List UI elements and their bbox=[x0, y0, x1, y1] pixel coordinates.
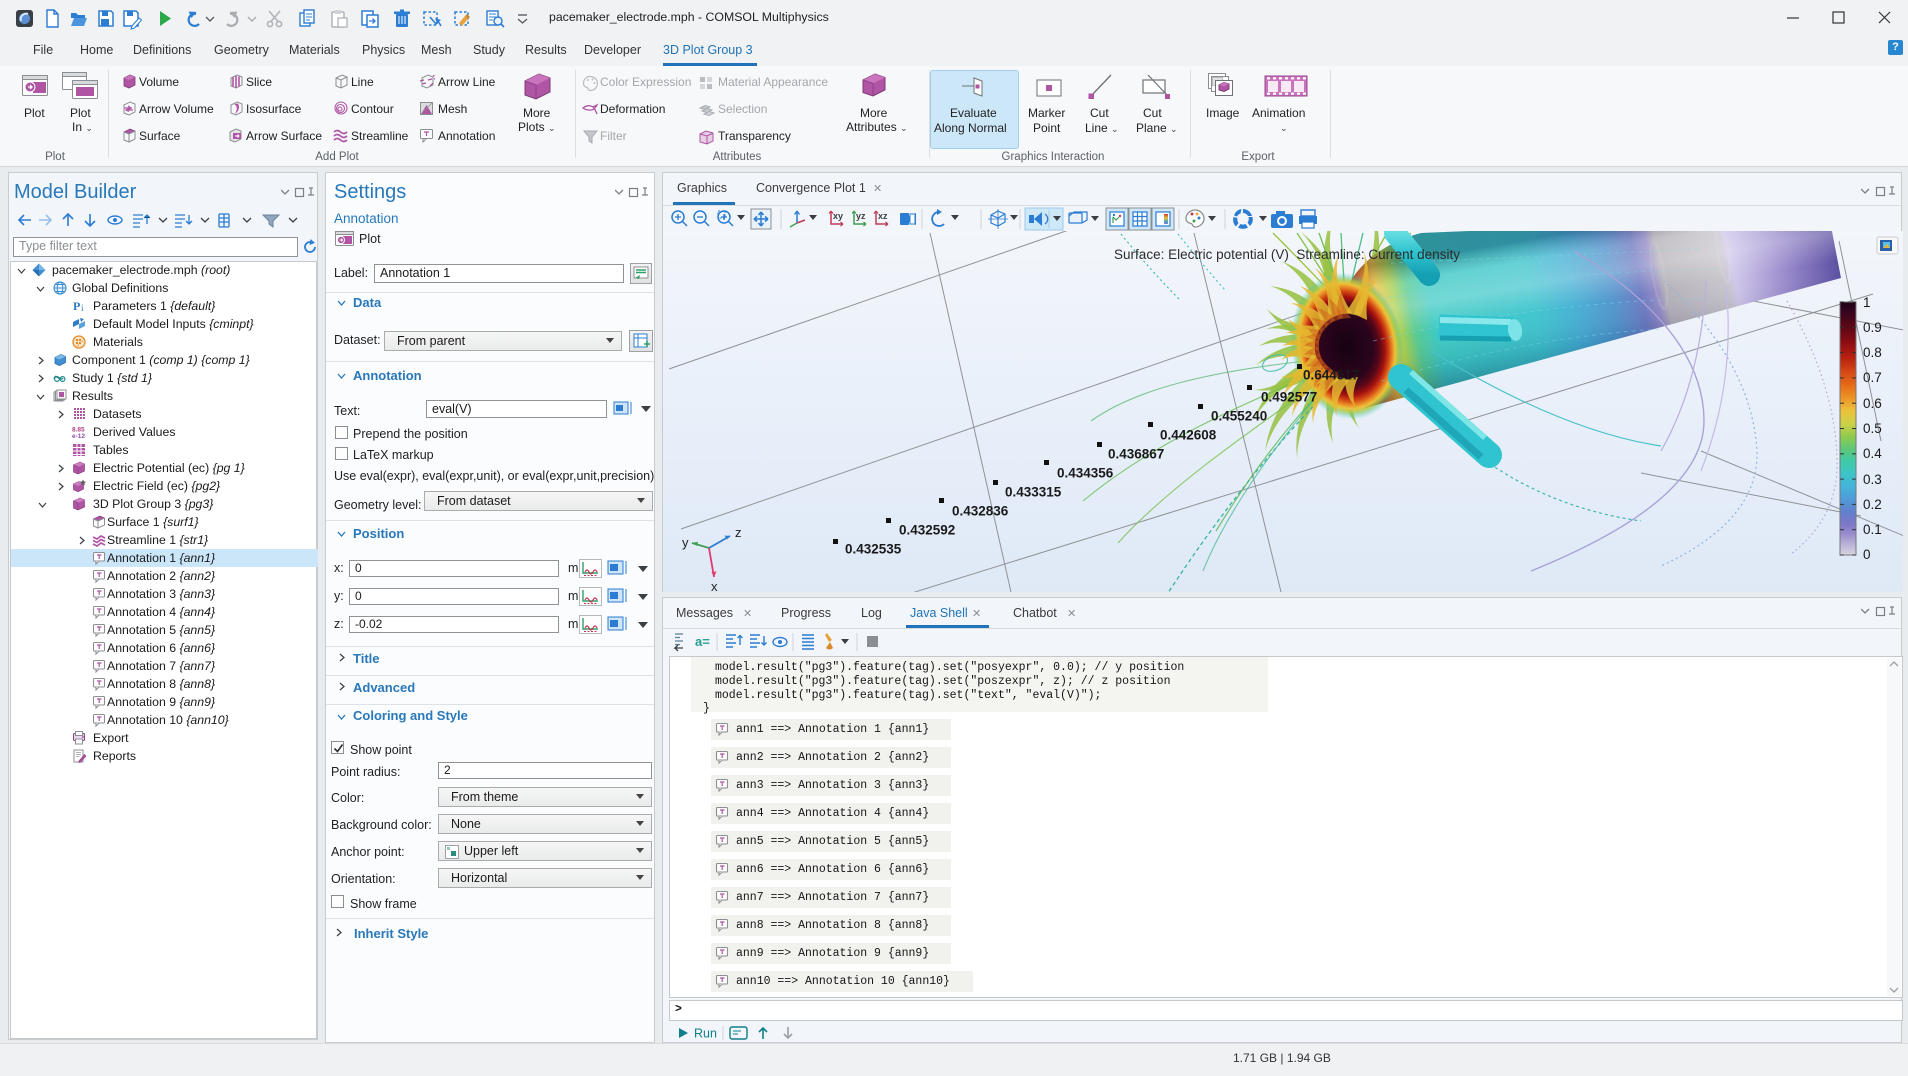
svg-text:i: i bbox=[81, 303, 84, 313]
svg-text:0.455240: 0.455240 bbox=[1211, 409, 1267, 424]
svg-text:0.442608: 0.442608 bbox=[1160, 428, 1217, 443]
svg-text:Surface: Electric potential (V: Surface: Electric potential (V) Streamli… bbox=[1114, 247, 1460, 262]
svg-text:0.5: 0.5 bbox=[1863, 421, 1882, 436]
svg-text:e-12: e-12 bbox=[72, 433, 85, 439]
svg-text:P: P bbox=[73, 299, 80, 313]
svg-text:0.2: 0.2 bbox=[1863, 497, 1882, 512]
svg-text:0.9: 0.9 bbox=[1863, 320, 1882, 335]
svg-text:0.644517: 0.644517 bbox=[1303, 368, 1359, 383]
svg-text:0.1: 0.1 bbox=[1863, 522, 1882, 537]
svg-text:0.7: 0.7 bbox=[1863, 370, 1882, 385]
svg-text:0.432535: 0.432535 bbox=[845, 542, 902, 557]
svg-text:0.8: 0.8 bbox=[1863, 345, 1882, 360]
svg-text:0.4: 0.4 bbox=[1863, 446, 1882, 461]
svg-text:0: 0 bbox=[1863, 547, 1871, 562]
svg-text:0.432836: 0.432836 bbox=[952, 504, 1009, 519]
svg-text:x: x bbox=[711, 579, 718, 592]
svg-text:xz: xz bbox=[878, 211, 888, 221]
svg-text:0.432592: 0.432592 bbox=[899, 523, 955, 538]
svg-text:a=: a= bbox=[695, 634, 710, 649]
svg-text:0.6: 0.6 bbox=[1863, 396, 1882, 411]
svg-text:yz: yz bbox=[856, 211, 866, 221]
svg-text:Run: Run bbox=[694, 1027, 717, 1041]
svg-text:y: y bbox=[682, 535, 689, 550]
svg-text:xy: xy bbox=[833, 211, 843, 221]
svg-text:0.3: 0.3 bbox=[1863, 472, 1882, 487]
svg-text:z: z bbox=[735, 525, 742, 540]
svg-text:0.492577: 0.492577 bbox=[1261, 390, 1317, 405]
svg-text:0.433315: 0.433315 bbox=[1005, 485, 1062, 500]
svg-text:0.434356: 0.434356 bbox=[1057, 466, 1114, 481]
svg-text:1: 1 bbox=[1863, 295, 1871, 310]
svg-text:0.436867: 0.436867 bbox=[1108, 447, 1164, 462]
